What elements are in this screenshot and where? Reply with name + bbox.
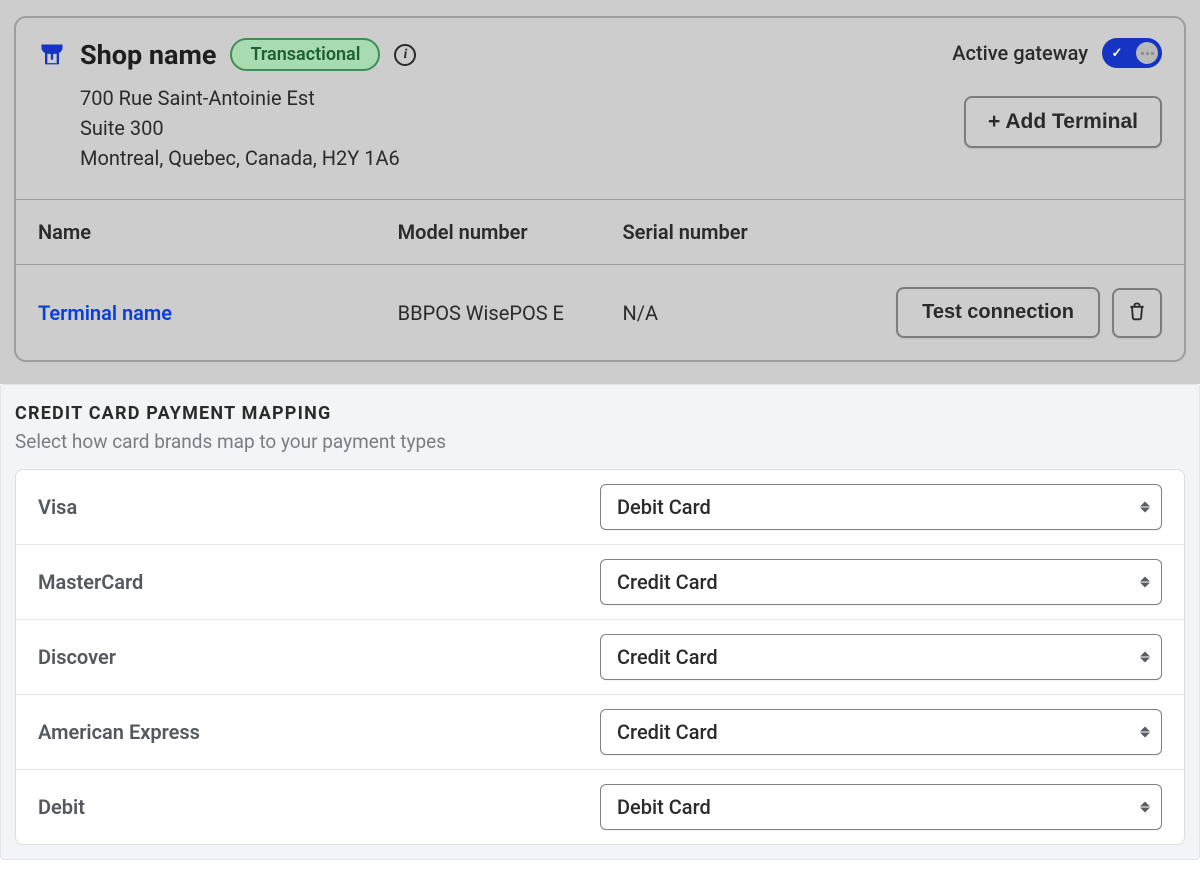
col-header-name: Name bbox=[38, 220, 398, 244]
terminal-name-link[interactable]: Terminal name bbox=[38, 301, 398, 325]
brand-label: Discover bbox=[38, 645, 600, 669]
info-icon[interactable]: i bbox=[394, 44, 416, 66]
mapping-row: MasterCard Credit Card bbox=[16, 545, 1184, 620]
active-gateway-label: Active gateway bbox=[952, 41, 1088, 65]
terminal-table-header: Name Model number Serial number bbox=[16, 200, 1184, 265]
brand-label: American Express bbox=[38, 720, 600, 744]
payment-type-select[interactable]: Credit Card bbox=[600, 709, 1162, 755]
address-line: Montreal, Quebec, Canada, H2Y 1A6 bbox=[80, 143, 416, 173]
test-connection-button[interactable]: Test connection bbox=[896, 287, 1100, 338]
col-header-model: Model number bbox=[398, 220, 623, 244]
brand-label: Visa bbox=[38, 495, 600, 519]
shop-terminal-section: Shop name Transactional i 700 Rue Saint-… bbox=[0, 0, 1200, 384]
payment-type-select[interactable]: Credit Card bbox=[600, 559, 1162, 605]
shop-card-header: Shop name Transactional i 700 Rue Saint-… bbox=[16, 18, 1184, 200]
terminal-serial-cell: N/A bbox=[622, 301, 847, 325]
mapping-list: Visa Debit Card MasterCard Credit Card D… bbox=[15, 469, 1185, 845]
terminal-model-cell: BBPOS WisePOS E bbox=[398, 301, 623, 325]
shop-left: Shop name Transactional i 700 Rue Saint-… bbox=[38, 38, 416, 173]
payment-mapping-panel: Credit Card Payment Mapping Select how c… bbox=[0, 384, 1200, 860]
terminal-actions: Test connection bbox=[847, 287, 1162, 338]
brand-label: MasterCard bbox=[38, 570, 600, 594]
shop-card: Shop name Transactional i 700 Rue Saint-… bbox=[14, 16, 1186, 362]
mapping-row: American Express Credit Card bbox=[16, 695, 1184, 770]
col-header-serial: Serial number bbox=[622, 220, 847, 244]
mapping-subtitle: Select how card brands map to your payme… bbox=[15, 430, 1185, 453]
delete-terminal-button[interactable] bbox=[1112, 288, 1162, 338]
active-gateway-row: Active gateway ✓ bbox=[952, 38, 1162, 68]
shop-title: Shop name bbox=[80, 39, 216, 71]
shop-address: 700 Rue Saint-Antoinie Est Suite 300 Mon… bbox=[80, 83, 416, 173]
payment-type-select[interactable]: Credit Card bbox=[600, 634, 1162, 680]
toggle-handle bbox=[1136, 42, 1158, 64]
shop-type-badge: Transactional bbox=[230, 38, 380, 71]
mapping-row: Discover Credit Card bbox=[16, 620, 1184, 695]
trash-icon bbox=[1127, 300, 1147, 325]
terminal-row: Terminal name BBPOS WisePOS E N/A Test c… bbox=[16, 265, 1184, 360]
shop-right: Active gateway ✓ + Add Terminal bbox=[952, 38, 1162, 173]
shop-title-row: Shop name Transactional i bbox=[38, 38, 416, 71]
address-line: Suite 300 bbox=[80, 113, 416, 143]
mapping-row: Debit Debit Card bbox=[16, 770, 1184, 844]
check-icon: ✓ bbox=[1106, 42, 1128, 64]
brand-label: Debit bbox=[38, 795, 600, 819]
address-line: 700 Rue Saint-Antoinie Est bbox=[80, 83, 416, 113]
payment-type-select[interactable]: Debit Card bbox=[600, 484, 1162, 530]
payment-type-select[interactable]: Debit Card bbox=[600, 784, 1162, 830]
store-icon bbox=[38, 41, 66, 69]
mapping-row: Visa Debit Card bbox=[16, 470, 1184, 545]
active-gateway-toggle[interactable]: ✓ bbox=[1102, 38, 1162, 68]
mapping-title: Credit Card Payment Mapping bbox=[15, 403, 1185, 424]
add-terminal-button[interactable]: + Add Terminal bbox=[964, 96, 1162, 148]
